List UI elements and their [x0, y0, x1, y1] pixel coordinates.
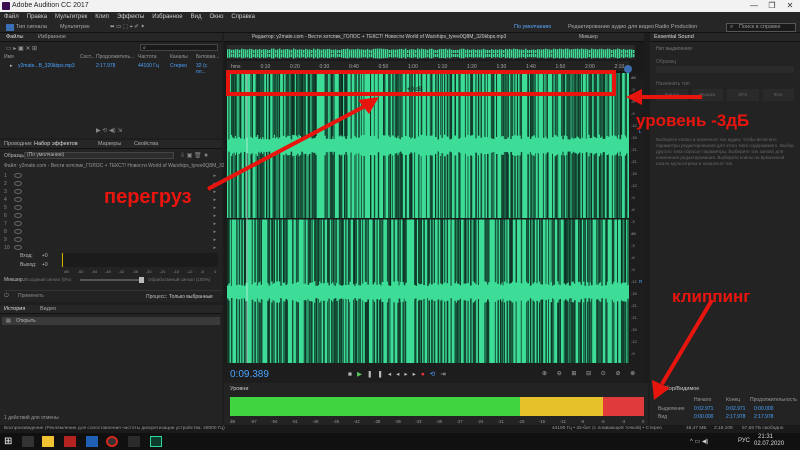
level-highlight-box — [226, 70, 616, 96]
clipping-arrow — [660, 298, 714, 386]
overload-annotation: перегруз — [104, 186, 192, 208]
annotation-overlay — [207, 70, 714, 400]
level-arrowhead — [626, 89, 642, 105]
overload-arrowhead — [358, 97, 379, 114]
clipping-annotation: клиппинг — [672, 287, 751, 306]
overload-arrow — [207, 103, 368, 191]
level-annotation: уровень -3дБ — [636, 111, 750, 130]
